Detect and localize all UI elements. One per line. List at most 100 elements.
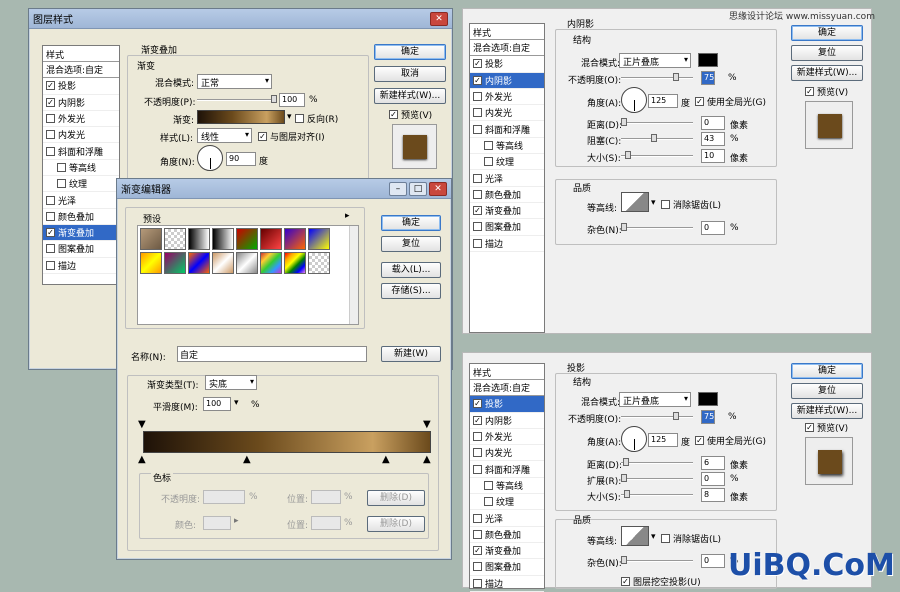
noise-slider-thumb[interactable]	[621, 556, 627, 564]
preview-checkbox[interactable]: ✓ 预览(V)	[805, 85, 848, 98]
noise-field[interactable]: 0	[701, 221, 725, 235]
size-field[interactable]: 10	[701, 149, 725, 163]
style-checkbox[interactable]: ✓	[46, 81, 55, 91]
new-style-button[interactable]: 新建样式(W)...	[791, 403, 863, 419]
preset-swatch[interactable]	[236, 252, 258, 274]
preset-swatch[interactable]	[212, 228, 234, 250]
new-style-button[interactable]: 新建样式(W)...	[374, 88, 446, 104]
knockout-checkbox[interactable]: ✓ 图层挖空投影(U)	[621, 575, 701, 588]
opacity-stop-left[interactable]: ▼	[138, 419, 146, 430]
style-item[interactable]: 颜色叠加	[470, 527, 544, 543]
style-item[interactable]: 描边	[470, 576, 544, 592]
noise-slider[interactable]	[621, 556, 693, 564]
antialias-checkbox[interactable]: 消除锯齿(L)	[661, 532, 721, 545]
shadow-color-swatch[interactable]	[698, 53, 718, 67]
style-checkbox[interactable]	[46, 146, 55, 156]
style-item[interactable]: ✓ 投影	[470, 396, 544, 413]
style-checkbox[interactable]: ✓	[46, 228, 55, 238]
choke-field[interactable]: 43	[701, 132, 725, 146]
style-item[interactable]: 等高线	[43, 160, 119, 177]
style-checkbox[interactable]	[473, 108, 482, 118]
styles-header[interactable]: 样式	[470, 24, 544, 40]
color-stop-2[interactable]: ▲	[243, 454, 251, 465]
color-field[interactable]	[203, 516, 231, 530]
opacity-slider-thumb[interactable]	[673, 412, 679, 420]
style-checkbox[interactable]: ✓	[473, 399, 482, 409]
location-field-2[interactable]	[311, 516, 341, 530]
gradient-bar[interactable]	[143, 431, 431, 453]
opacity-slider[interactable]	[621, 73, 693, 81]
style-item[interactable]: 内发光	[470, 445, 544, 462]
spread-slider[interactable]	[621, 474, 693, 482]
delete-color-button[interactable]: 删除(D)	[367, 516, 425, 532]
blend-options-item[interactable]: 混合选项:自定	[470, 380, 544, 397]
style-checkbox[interactable]	[473, 238, 482, 248]
style-item[interactable]: 内发光	[470, 105, 544, 122]
blend-mode-select[interactable]: 正片叠底	[619, 53, 691, 68]
global-light-checkbox[interactable]: ✓ 使用全局光(G)	[695, 95, 766, 108]
style-item[interactable]: ✓ 内阴影	[43, 95, 119, 111]
style-checkbox[interactable]	[473, 432, 482, 442]
style-item[interactable]: 等高线	[470, 138, 544, 155]
spread-field[interactable]: 0	[701, 472, 725, 486]
maximize-icon[interactable]: □	[409, 181, 427, 196]
opacity-slider-thumb[interactable]	[270, 95, 277, 103]
blend-mode-select[interactable]: 正片叠底	[619, 392, 691, 407]
preset-swatch[interactable]	[164, 228, 186, 250]
preset-swatch[interactable]	[140, 228, 162, 250]
style-item[interactable]: 等高线	[470, 478, 544, 495]
style-item[interactable]: 外发光	[470, 429, 544, 446]
style-select[interactable]: 线性	[197, 128, 252, 143]
style-checkbox[interactable]	[46, 244, 55, 254]
size-slider-thumb[interactable]	[625, 151, 631, 159]
style-checkbox[interactable]: ✓	[473, 415, 482, 425]
style-item[interactable]: 纹理	[470, 494, 544, 511]
size-slider[interactable]	[621, 490, 693, 498]
style-checkbox[interactable]	[46, 211, 55, 221]
style-item[interactable]: 斜面和浮雕	[43, 143, 119, 160]
style-checkbox[interactable]	[473, 124, 482, 134]
color-stop-3[interactable]: ▲	[382, 454, 390, 465]
preset-swatch[interactable]	[164, 252, 186, 274]
preset-swatch[interactable]	[308, 252, 330, 274]
style-item[interactable]: ✓ 投影	[43, 78, 119, 95]
contour-dropdown-icon[interactable]: ▾	[651, 532, 656, 542]
style-item[interactable]: 描边	[470, 236, 544, 252]
style-checkbox[interactable]	[484, 157, 493, 167]
style-item[interactable]: 纹理	[43, 176, 119, 193]
style-item[interactable]: 斜面和浮雕	[470, 461, 544, 478]
distance-slider-thumb[interactable]	[623, 458, 629, 466]
angle-field[interactable]: 90	[226, 152, 256, 166]
preset-swatch[interactable]	[188, 252, 210, 274]
choke-slider-thumb[interactable]	[651, 134, 657, 142]
contour-picker[interactable]	[621, 192, 649, 212]
blend-mode-select[interactable]: 正常	[197, 74, 272, 89]
style-checkbox[interactable]	[473, 513, 482, 523]
load-button[interactable]: 载入(L)...	[381, 262, 441, 278]
style-item[interactable]: 光泽	[470, 170, 544, 187]
style-checkbox[interactable]	[473, 529, 482, 539]
angle-dial[interactable]	[621, 426, 647, 452]
color-dropdown-icon[interactable]: ▸	[234, 516, 239, 526]
style-item[interactable]: 图案叠加	[470, 219, 544, 236]
distance-slider[interactable]	[621, 458, 693, 466]
style-item[interactable]: ✓ 渐变叠加	[470, 203, 544, 220]
angle-field[interactable]: 125	[648, 94, 678, 108]
shadow-color-swatch[interactable]	[698, 392, 718, 406]
contour-dropdown-icon[interactable]: ▾	[651, 198, 656, 208]
reverse-checkbox[interactable]: 反向(R)	[295, 112, 338, 125]
style-checkbox[interactable]	[473, 562, 482, 572]
preset-swatch[interactable]	[188, 228, 210, 250]
blend-options-item[interactable]: 混合选项:自定	[43, 62, 119, 79]
style-checkbox[interactable]	[473, 189, 482, 199]
distance-field[interactable]: 0	[701, 116, 725, 130]
opacity-stop-right[interactable]: ▼	[423, 419, 431, 430]
smooth-field[interactable]: 100	[203, 397, 231, 411]
ok-button[interactable]: 确定	[791, 363, 863, 379]
style-checkbox[interactable]	[57, 179, 66, 189]
style-checkbox[interactable]: ✓	[473, 546, 482, 556]
style-item[interactable]: ✓ 内阴影	[470, 413, 544, 429]
blend-options-item[interactable]: 混合选项:自定	[470, 40, 544, 57]
style-item[interactable]: 光泽	[43, 192, 119, 209]
noise-slider-thumb[interactable]	[621, 223, 627, 231]
